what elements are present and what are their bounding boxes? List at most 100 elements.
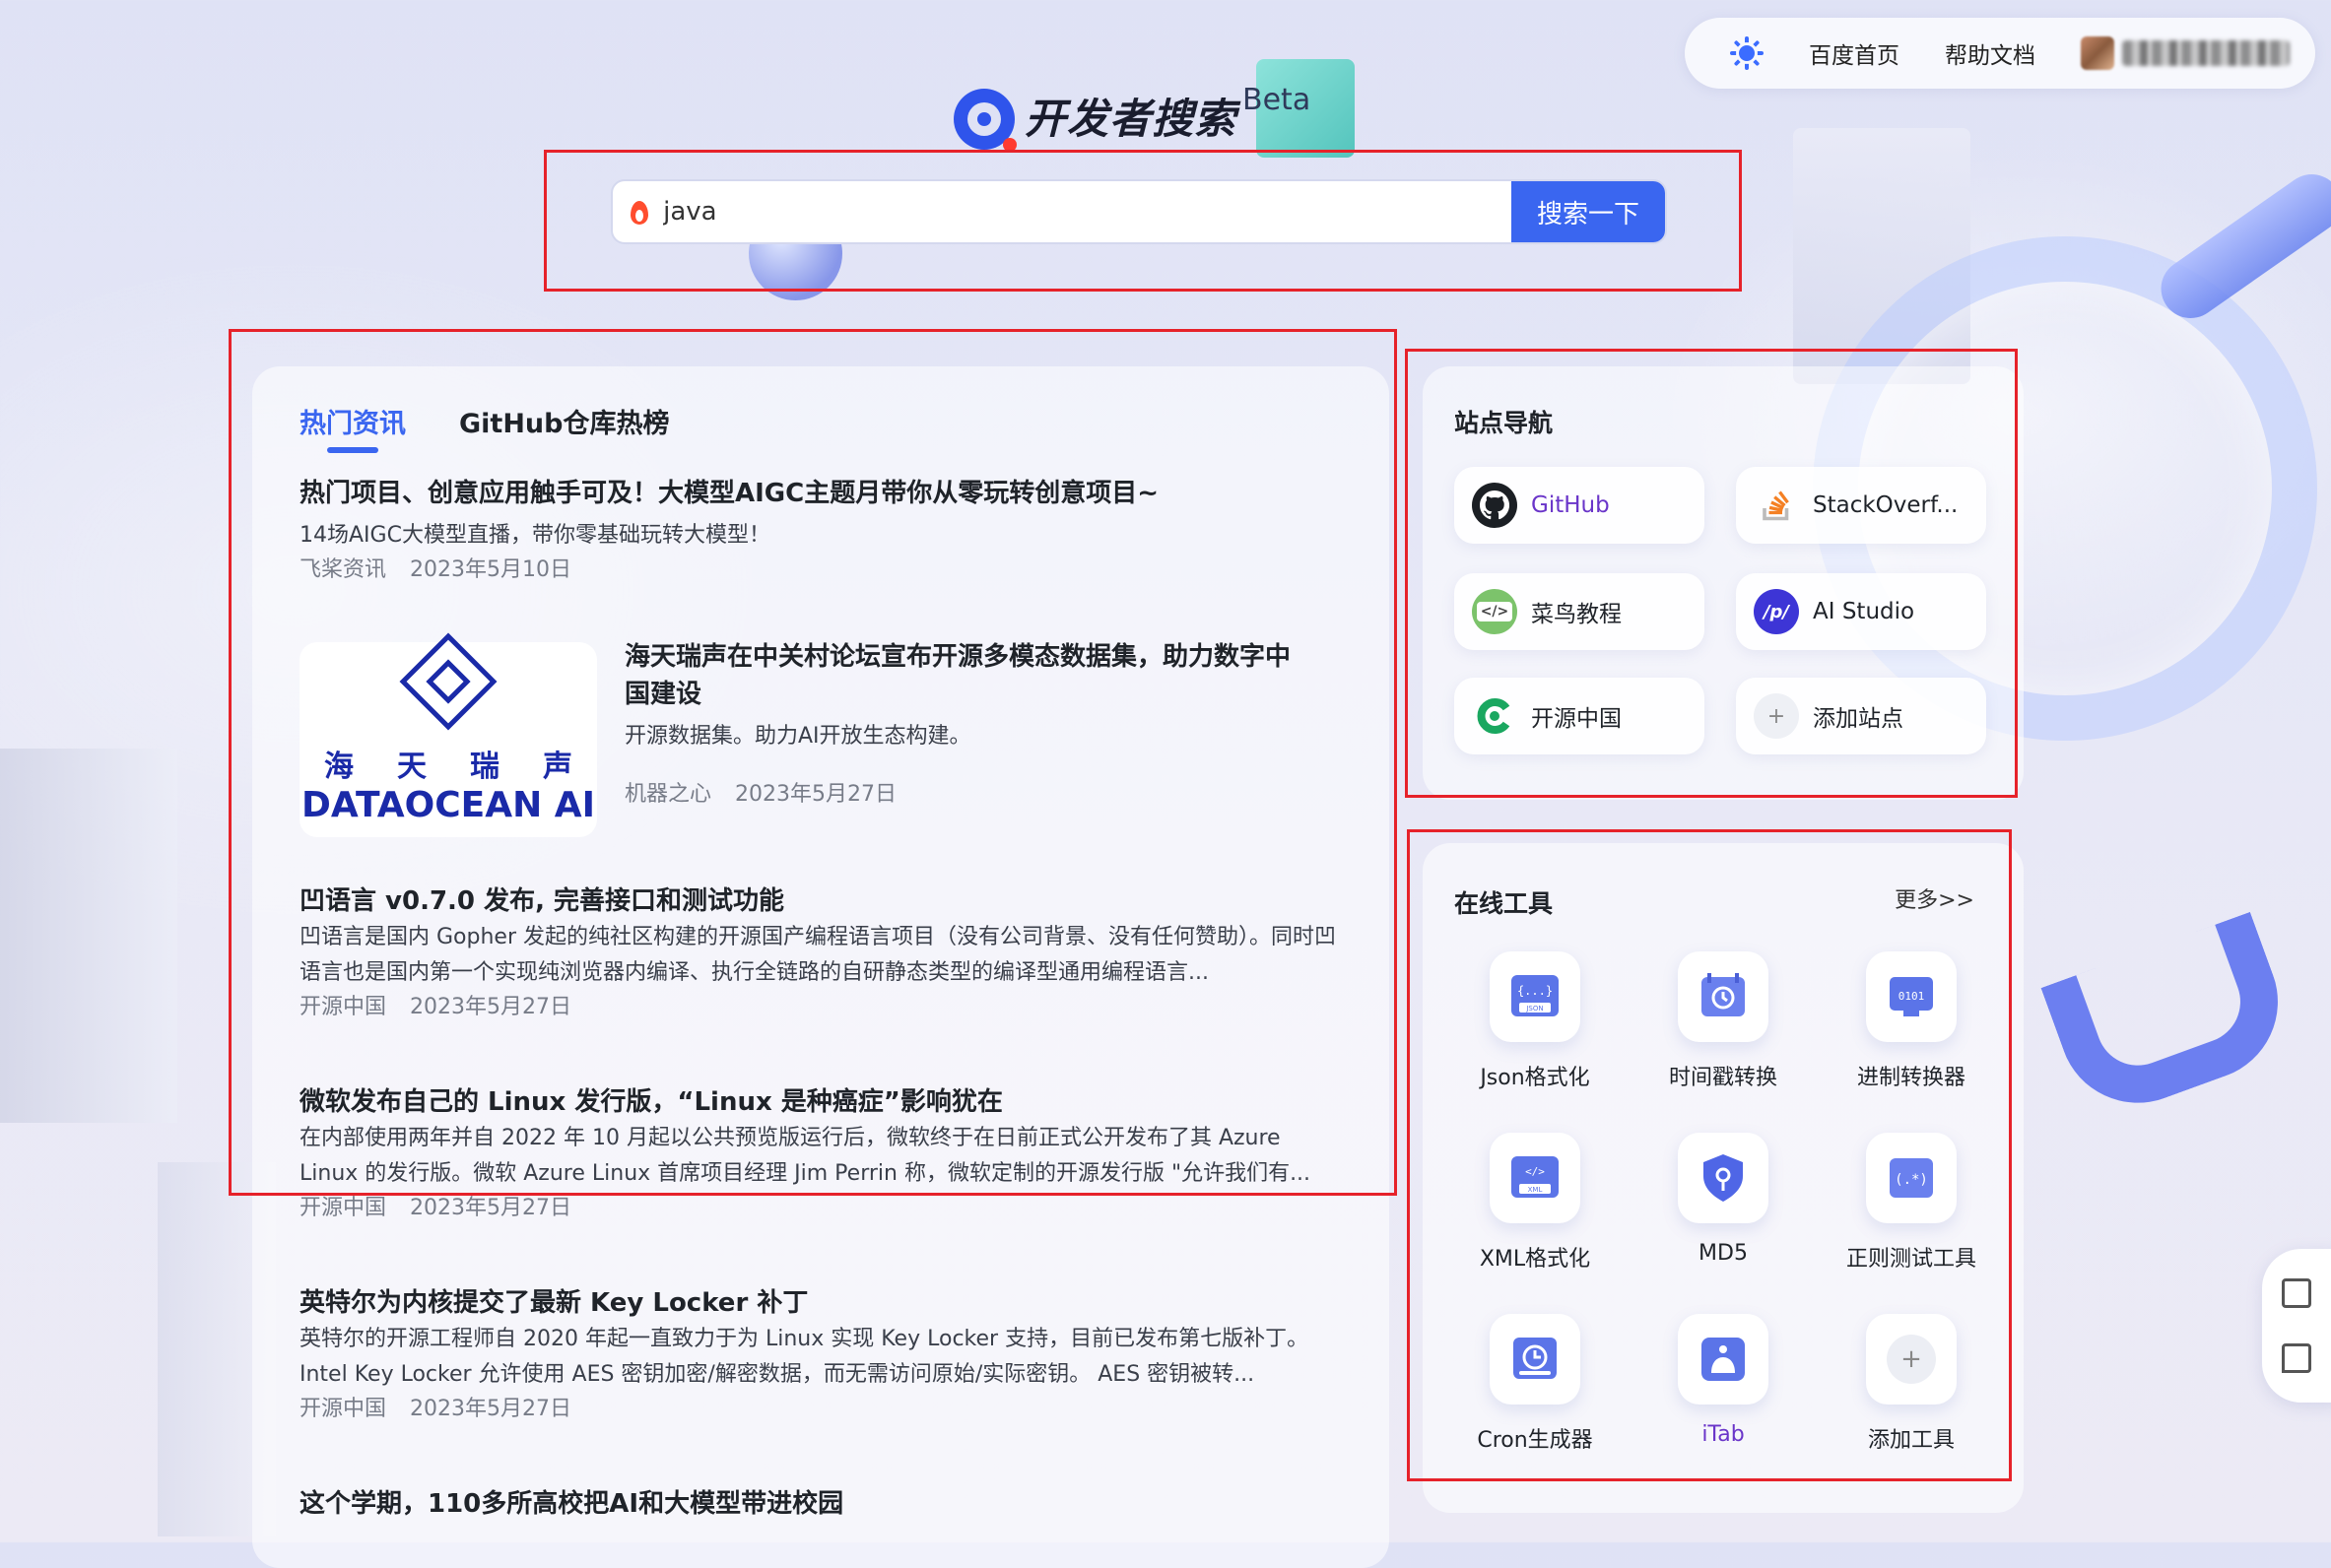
news-desc: 在内部使用两年并自 2022 年 10 月起以公共预览版运行后，微软终于在日前正… xyxy=(300,1126,1311,1186)
tools-panel: 在线工具 更多>> {...} JSON Json格式化 时间戳转换 0101 进… xyxy=(1423,843,2024,1513)
thumbnail-cn-text: 海天瑞声 xyxy=(324,750,616,784)
news-item[interactable]: 海天瑞声在中关村论坛宣布开源多模态数据集，助力数字中国建设 开源数据集。助力AI… xyxy=(625,638,1314,812)
site-label: 菜鸟教程 xyxy=(1531,602,1622,627)
site-label: StackOverf... xyxy=(1813,492,1959,518)
tool-json[interactable]: {...} JSON Json格式化 xyxy=(1456,951,1614,1091)
add-icon: + xyxy=(1866,1314,1957,1405)
site-oschina[interactable]: 开源中国 xyxy=(1454,678,1704,754)
tool-regex[interactable]: (.*) 正则测试工具 xyxy=(1832,1133,1990,1273)
background-tube xyxy=(2149,163,2331,330)
news-source: 开源中国 xyxy=(300,1196,387,1220)
tab-github-trending[interactable]: GitHub仓库热榜 xyxy=(459,402,669,440)
news-meta: 开源中国 2023年5月27日 xyxy=(300,1393,1344,1426)
news-date: 2023年5月27日 xyxy=(410,995,571,1019)
news-title[interactable]: 凹语言 v0.7.0 发布, 完善接口和测试功能 xyxy=(300,882,1344,920)
add-site-button[interactable]: + 添加站点 xyxy=(1736,678,1986,754)
svg-text:XML: XML xyxy=(1528,1186,1543,1194)
site-runoob[interactable]: </> 菜鸟教程 xyxy=(1454,573,1704,650)
news-item[interactable]: 热门项目、创意应用触手可及！大模型AIGC主题月带你从零玩转创意项目~ 14场A… xyxy=(300,475,1344,587)
tool-label: MD5 xyxy=(1698,1241,1748,1266)
add-tool-button[interactable]: + 添加工具 xyxy=(1832,1314,1990,1454)
tool-label: Cron生成器 xyxy=(1477,1428,1593,1453)
help-docs-link[interactable]: 帮助文档 xyxy=(1945,36,2035,70)
tools-more-link[interactable]: 更多>> xyxy=(1895,882,1974,914)
news-item[interactable]: 这个学期，110多所高校把AI和大模型带进校园 xyxy=(300,1485,1344,1523)
tool-label: Json格式化 xyxy=(1480,1066,1590,1090)
site-label: 添加站点 xyxy=(1813,706,1903,732)
tool-md5[interactable]: MD5 xyxy=(1644,1133,1802,1266)
theme-toggle-icon[interactable] xyxy=(1730,36,1764,70)
tool-label: 时间戳转换 xyxy=(1668,1066,1777,1090)
background-block xyxy=(1793,128,1970,384)
itab-icon xyxy=(1678,1314,1768,1405)
site-nav-title: 站点导航 xyxy=(1454,409,1554,437)
news-item[interactable]: 微软发布自己的 Linux 发行版，“Linux 是种癌症”影响犹在 在内部使用… xyxy=(300,1083,1344,1225)
news-title[interactable]: 海天瑞声在中关村论坛宣布开源多模态数据集，助力数字中国建设 xyxy=(625,638,1314,713)
news-desc: 凹语言是国内 Gopher 发起的纯社区构建的开源国产编程语言项目（没有公司背景… xyxy=(300,925,1336,985)
site-nav-panel: 站点导航 GitHub StackOverf... </> 菜鸟教程 /p/ A… xyxy=(1423,366,2024,800)
tool-cron[interactable]: Cron生成器 xyxy=(1456,1314,1614,1454)
thumbnail-en-text: DATAOCEAN AI xyxy=(301,785,595,825)
github-icon xyxy=(1472,483,1517,528)
news-date: 2023年5月27日 xyxy=(735,782,897,807)
hot-flame-icon xyxy=(629,197,649,227)
tool-label: XML格式化 xyxy=(1479,1247,1591,1272)
json-icon: {...} JSON xyxy=(1490,951,1580,1042)
news-title[interactable]: 热门项目、创意应用触手可及！大模型AIGC主题月带你从零玩转创意项目~ xyxy=(300,475,1344,512)
news-thumbnail[interactable]: 海天瑞声 DATAOCEAN AI xyxy=(300,632,597,837)
regex-icon: (.*) xyxy=(1866,1133,1957,1223)
news-title[interactable]: 英特尔为内核提交了最新 Key Locker 补丁 xyxy=(300,1284,1344,1322)
news-title[interactable]: 微软发布自己的 Linux 发行版，“Linux 是种癌症”影响犹在 xyxy=(300,1083,1344,1121)
site-label: GitHub xyxy=(1531,492,1610,518)
edit-note-icon[interactable] xyxy=(2282,1278,2311,1308)
site-stackoverflow[interactable]: StackOverf... xyxy=(1736,467,1986,544)
news-desc: 开源数据集。助力AI开放生态构建。 xyxy=(625,724,971,749)
search-bar: 搜索一下 xyxy=(611,179,1667,244)
site-label: 开源中国 xyxy=(1531,706,1622,732)
top-bar: 百度首页 帮助文档 xyxy=(1685,18,2315,89)
tool-xml[interactable]: </> XML XML格式化 xyxy=(1456,1133,1614,1273)
oschina-icon xyxy=(1472,693,1517,739)
news-source: 开源中国 xyxy=(300,995,387,1019)
xml-icon: </> XML xyxy=(1490,1133,1580,1223)
svg-text:(.*): (.*) xyxy=(1895,1172,1928,1188)
search-button[interactable]: 搜索一下 xyxy=(1511,181,1665,242)
tool-itab[interactable]: iTab xyxy=(1644,1314,1802,1447)
site-github[interactable]: GitHub xyxy=(1454,467,1704,544)
user-menu[interactable] xyxy=(2081,36,2290,70)
news-item[interactable]: 英特尔为内核提交了最新 Key Locker 补丁 英特尔的开源工程师自 202… xyxy=(300,1284,1344,1426)
svg-text:{...}: {...} xyxy=(1517,984,1553,998)
tool-timestamp[interactable]: 时间戳转换 xyxy=(1644,951,1802,1091)
aistudio-icon: /p/ xyxy=(1754,589,1799,634)
news-source: 开源中国 xyxy=(300,1397,387,1421)
news-item[interactable]: 凹语言 v0.7.0 发布, 完善接口和测试功能 凹语言是国内 Gopher 发… xyxy=(300,882,1344,1024)
news-date: 2023年5月27日 xyxy=(410,1196,571,1220)
dataocean-logo-icon xyxy=(399,632,498,731)
news-tabs: 热门资讯 GitHub仓库热榜 xyxy=(300,402,669,453)
news-panel: 热门资讯 GitHub仓库热榜 热门项目、创意应用触手可及！大模型AIGC主题月… xyxy=(252,366,1389,1568)
avatar[interactable] xyxy=(2081,36,2114,70)
runoob-icon: </> xyxy=(1472,589,1517,634)
svg-text:</>: </> xyxy=(1525,1165,1545,1178)
news-date: 2023年5月27日 xyxy=(410,1397,571,1421)
beta-badge: Beta xyxy=(1242,83,1311,117)
news-source: 机器之心 xyxy=(625,782,712,807)
feedback-icon[interactable] xyxy=(2282,1343,2311,1373)
news-title[interactable]: 这个学期，110多所高校把AI和大模型带进校园 xyxy=(300,1485,1344,1523)
site-aistudio[interactable]: /p/ AI Studio xyxy=(1736,573,1986,650)
tool-label: 添加工具 xyxy=(1867,1428,1955,1453)
baidu-home-link[interactable]: 百度首页 xyxy=(1809,36,1899,70)
site-logo[interactable]: 开发者搜索 Beta xyxy=(954,83,1310,152)
site-label: AI Studio xyxy=(1813,599,1915,624)
tools-title: 在线工具 xyxy=(1454,889,1554,918)
news-meta: 飞桨资讯 2023年5月10日 xyxy=(300,554,1344,587)
tool-label: iTab xyxy=(1701,1422,1745,1447)
side-dock xyxy=(2262,1249,2331,1403)
tab-hot-news[interactable]: 热门资讯 xyxy=(300,402,406,453)
tool-binary[interactable]: 0101 进制转换器 xyxy=(1832,951,1990,1091)
tool-label: 正则测试工具 xyxy=(1845,1247,1976,1272)
news-date: 2023年5月10日 xyxy=(410,557,571,582)
search-input[interactable] xyxy=(661,196,1511,228)
news-desc: 英特尔的开源工程师自 2020 年起一直致力于为 Linux 实现 Key Lo… xyxy=(300,1327,1309,1387)
add-icon: + xyxy=(1754,693,1799,739)
